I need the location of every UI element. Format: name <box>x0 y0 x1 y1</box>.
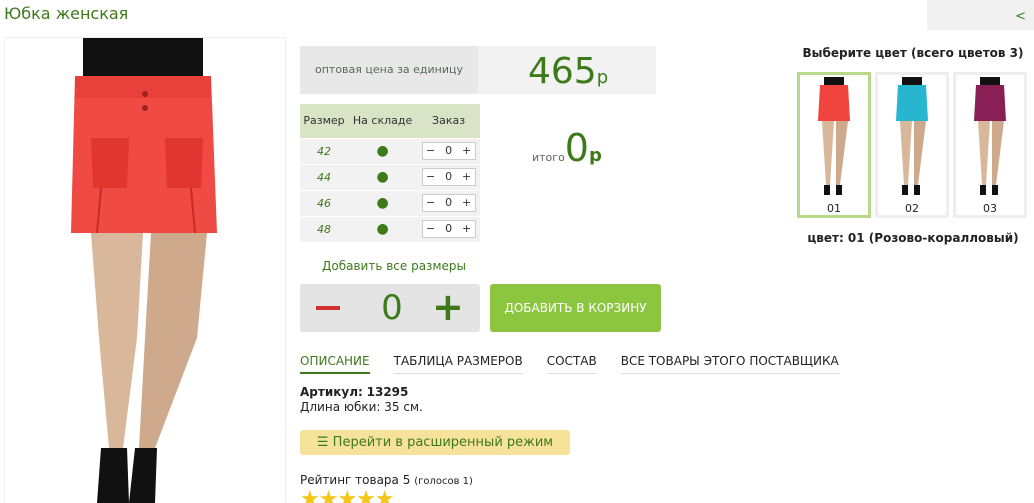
tab-description[interactable]: ОПИСАНИЕ <box>300 354 370 374</box>
color-swatch-number: 02 <box>905 202 919 215</box>
size-cell: 48 <box>300 215 349 242</box>
add-all-sizes-link[interactable]: Добавить все размеры <box>322 259 466 273</box>
price-amount: 465 <box>528 51 597 92</box>
total-label: итого <box>532 151 565 164</box>
page-title: Юбка женская <box>4 4 129 23</box>
quantity-value[interactable]: 0 <box>439 169 459 185</box>
plus-button[interactable]: + <box>459 143 475 159</box>
plus-button[interactable]: + <box>459 221 475 237</box>
total-quantity-value[interactable]: 0 <box>370 288 414 328</box>
list-icon: ☰ <box>316 435 333 450</box>
plus-button[interactable]: + <box>459 169 475 185</box>
minus-button[interactable]: − <box>423 195 439 211</box>
color-swatch-01[interactable]: 01 <box>797 72 871 218</box>
product-tabs: ОПИСАНИЕ ТАБЛИЦА РАЗМЕРОВ СОСТАВ ВСЕ ТОВ… <box>300 354 839 374</box>
price-label: оптовая цена за единицу <box>300 46 478 94</box>
color-swatch-number: 01 <box>827 202 841 215</box>
product-rating: Рейтинг товара 5 (голосов 1) <box>300 473 473 487</box>
product-photo[interactable] <box>4 37 286 503</box>
order-total: итого0р <box>532 126 602 170</box>
table-row: 44 ● −0 + <box>300 163 480 190</box>
color-swatch-image <box>896 77 928 195</box>
size-cell: 42 <box>300 137 349 164</box>
price-value: 465р <box>528 51 608 92</box>
in-stock-dot-icon: ● <box>348 137 418 164</box>
quantity-value[interactable]: 0 <box>439 195 459 211</box>
skirt-length: Длина юбки: 35 см. <box>300 400 423 414</box>
advanced-mode-button[interactable]: ☰ Перейти в расширенный режим <box>300 430 570 455</box>
product-photo-image <box>71 38 217 503</box>
order-header: Заказ <box>417 104 480 138</box>
tab-composition[interactable]: СОСТАВ <box>546 354 597 374</box>
product-description: Артикул: 13295 Длина юбки: 35 см. <box>300 385 423 415</box>
quantity-stepper: −0 + <box>421 168 476 186</box>
article-number: 13295 <box>366 385 409 399</box>
price-currency: р <box>596 67 609 88</box>
tab-size-table[interactable]: ТАБЛИЦА РАЗМЕРОВ <box>393 354 523 374</box>
color-swatch-02[interactable]: 02 <box>875 72 949 218</box>
in-stock-dot-icon: ● <box>348 163 418 190</box>
minus-icon[interactable] <box>316 306 340 310</box>
star-rating-icon[interactable]: ★★★★★ <box>300 487 395 503</box>
quantity-stepper: −0 + <box>421 194 476 212</box>
price-box: оптовая цена за единицу 465р <box>300 46 656 94</box>
total-value: 0 <box>564 126 589 170</box>
plus-icon[interactable]: + <box>432 288 464 326</box>
color-swatch-03[interactable]: 03 <box>953 72 1027 218</box>
plus-button[interactable]: + <box>459 195 475 211</box>
quantity-value[interactable]: 0 <box>439 143 459 159</box>
rating-votes: (голосов 1) <box>414 476 473 487</box>
size-cell: 46 <box>300 189 349 216</box>
table-row: 46 ● −0 + <box>300 189 480 216</box>
quantity-stepper: −0 + <box>421 220 476 239</box>
size-cell: 44 <box>300 163 349 190</box>
color-chooser-header: Выберите цвет (всего цветов 3) <box>802 46 1024 60</box>
tab-supplier-products[interactable]: ВСЕ ТОВАРЫ ЭТОГО ПОСТАВЩИКА <box>620 354 839 374</box>
in-stock-dot-icon: ● <box>348 189 418 216</box>
in-stock-dot-icon: ● <box>348 215 418 242</box>
color-swatch-image <box>818 77 850 195</box>
color-swatches: 01 02 03 <box>797 72 1027 218</box>
color-swatch-number: 03 <box>983 202 997 215</box>
minus-button[interactable]: − <box>423 169 439 185</box>
size-table: Размер На складе Заказ 42 ● −0 + 44 ● −0 +… <box>300 104 480 242</box>
selected-color-label: цвет: 01 (Розово-коралловый) <box>807 231 1019 245</box>
rating-label: Рейтинг товара 5 <box>300 473 411 487</box>
table-row: 42 ● −0 + <box>300 137 480 164</box>
size-header: Размер <box>300 104 349 138</box>
article-label: Артикул: <box>300 385 363 399</box>
advanced-mode-label: Перейти в расширенный режим <box>332 435 554 450</box>
back-button[interactable]: < <box>927 0 1034 30</box>
total-currency: р <box>588 145 602 166</box>
minus-button[interactable]: − <box>423 143 439 159</box>
minus-button[interactable]: − <box>423 221 439 237</box>
stock-header: На складе <box>348 104 418 138</box>
quantity-stepper: −0 + <box>421 142 476 160</box>
add-to-cart-button[interactable]: ДОБАВИТЬ В КОРЗИНУ <box>490 284 661 332</box>
quantity-value[interactable]: 0 <box>439 221 459 237</box>
table-row: 48 ● −0 + <box>300 215 480 242</box>
color-swatch-image <box>974 77 1006 195</box>
total-quantity-stepper: 0 + <box>300 284 480 332</box>
